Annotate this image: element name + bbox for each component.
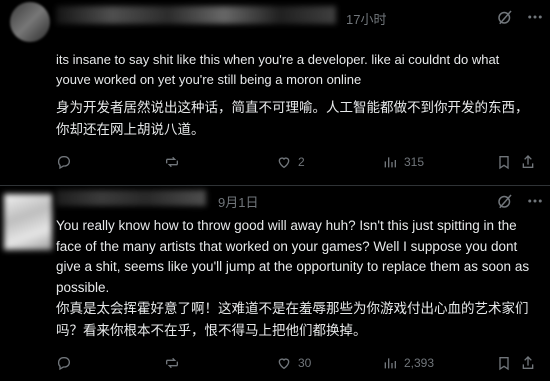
reply-button[interactable] (56, 353, 78, 373)
post-actions: 2 315 (56, 152, 536, 172)
post-1[interactable]: 17小时 its insane to say shit like this wh… (0, 0, 550, 185)
share-button[interactable] (520, 353, 542, 373)
like-button[interactable]: 2 (276, 152, 305, 172)
views-count: 315 (404, 155, 425, 169)
bookmark-button[interactable] (496, 353, 518, 373)
post-text-english: You really know how to throw good will a… (56, 218, 530, 295)
post-text-chinese: 你真是太会挥霍好意了啊！这难道不是在羞辱那些为你游戏付出心血的艺术家们吗？看来你… (56, 301, 529, 339)
author-name-redacted[interactable] (56, 6, 336, 24)
share-button[interactable] (520, 152, 542, 172)
repost-icon (166, 156, 178, 168)
share-icon (522, 155, 534, 168)
more-icon[interactable] (526, 8, 544, 26)
post-text-chinese: 身为开发者居然说出这种话，简直不可理喻。人工智能都做不到你开发的东西，你却还在网… (56, 100, 529, 138)
views-button[interactable]: 315 (382, 152, 424, 172)
author-name-redacted[interactable] (56, 190, 206, 206)
repost-button[interactable] (164, 353, 186, 373)
more-icon[interactable] (526, 192, 544, 210)
views-count: 2,393 (404, 356, 435, 370)
reply-button[interactable] (56, 152, 78, 172)
repost-icon (166, 357, 178, 369)
post-text-english: its insane to say shit like this when yo… (56, 52, 500, 87)
bookmark-button[interactable] (496, 152, 518, 172)
grok-icon[interactable] (496, 192, 514, 210)
repost-button[interactable] (164, 152, 186, 172)
avatar[interactable] (4, 194, 52, 250)
post-timestamp[interactable]: 9月1日 (218, 192, 258, 211)
grok-icon[interactable] (496, 8, 514, 26)
like-button[interactable]: 30 (276, 353, 311, 373)
reply-icon (57, 357, 70, 371)
bookmark-icon (499, 156, 509, 170)
avatar[interactable] (10, 2, 50, 42)
post-actions: 30 2,393 (56, 353, 536, 373)
reply-icon (57, 156, 70, 170)
views-icon (384, 358, 396, 369)
like-count: 2 (298, 155, 305, 169)
post-2[interactable]: 9月1日 You really know how to throw good w… (0, 186, 550, 381)
share-icon (522, 356, 534, 369)
post-header: 17小时 (0, 0, 550, 42)
post-timestamp[interactable]: 17小时 (346, 9, 386, 28)
like-count: 30 (298, 356, 312, 370)
views-button[interactable]: 2,393 (382, 353, 434, 373)
heart-icon (278, 157, 290, 169)
views-icon (384, 157, 396, 168)
heart-icon (278, 358, 290, 370)
bookmark-icon (499, 357, 509, 371)
